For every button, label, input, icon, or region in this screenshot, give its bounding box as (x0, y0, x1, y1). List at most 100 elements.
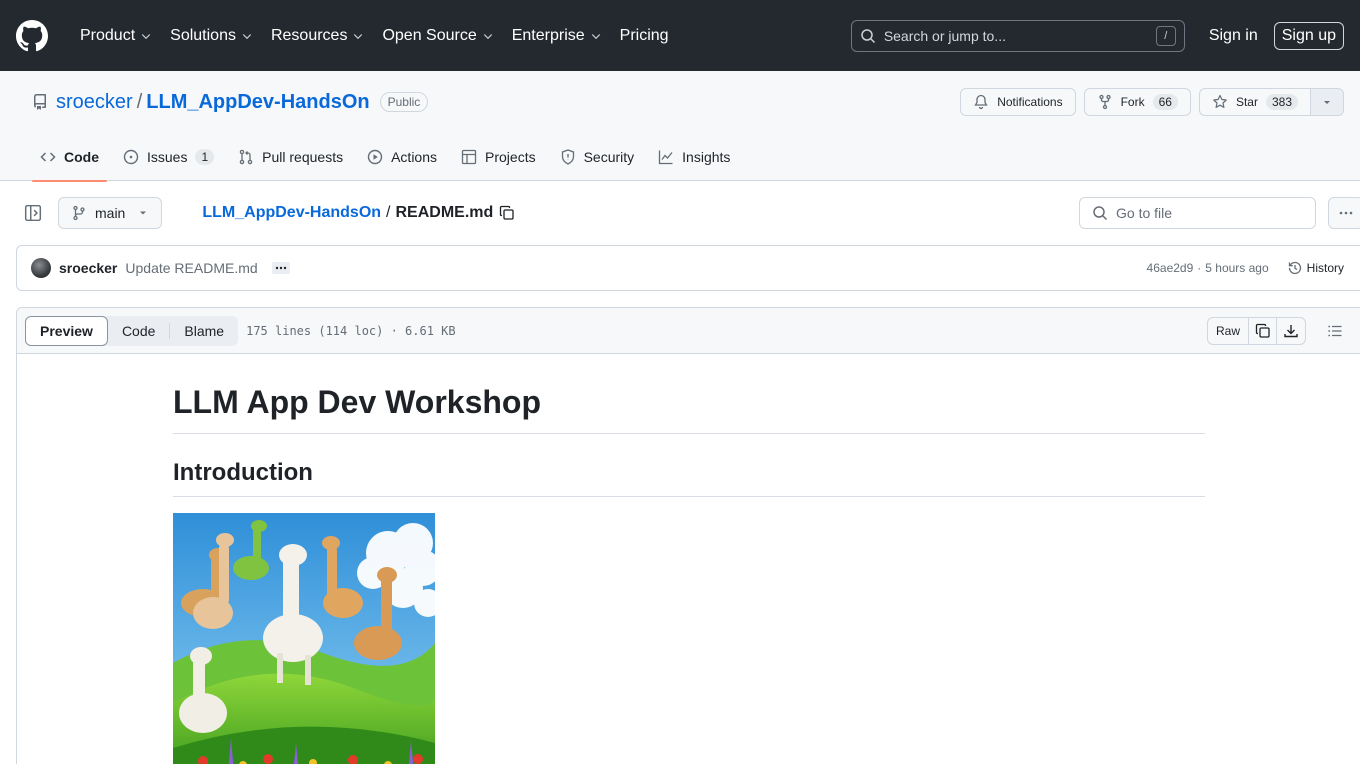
file-stats: 175 lines (114 loc) · 6.61 KB (246, 323, 456, 338)
commit-meta: 46ae2d9 · 5 hours ago History (1147, 260, 1344, 276)
file-viewer: Preview Code Blame 175 lines (114 loc) ·… (16, 307, 1360, 764)
tab-projects[interactable]: Projects (453, 133, 544, 181)
file-viewer-header: Preview Code Blame 175 lines (114 loc) ·… (17, 308, 1360, 354)
commit-sha-link[interactable]: 46ae2d9 (1147, 261, 1194, 275)
code-icon (40, 152, 56, 162)
nav-open-source[interactable]: Open Source (374, 21, 501, 51)
chevron-down-icon (141, 33, 151, 39)
view-mode-switch: Preview Code Blame (25, 315, 239, 346)
chevron-down-icon (591, 33, 600, 39)
breadcrumb-repo-link[interactable]: LLM_AppDev-HandsOn (202, 204, 381, 222)
file-breadcrumb: LLM_AppDev-HandsOn / README.md (202, 204, 515, 222)
search-placeholder: Search or jump to... (883, 27, 1006, 44)
raw-button[interactable]: Raw (1208, 317, 1249, 344)
copy-path-icon[interactable] (499, 205, 515, 221)
sign-in-link[interactable]: Sign in (1209, 27, 1258, 45)
fork-button[interactable]: Fork 66 (1083, 88, 1191, 116)
git-branch-icon (73, 205, 85, 221)
file-tools: Raw (1206, 316, 1350, 345)
nav-label: Resources (270, 26, 348, 44)
notifications-label: Notifications (997, 95, 1063, 109)
repo-header: sroecker / LLM_AppDev-HandsOn Public Not… (0, 71, 1360, 182)
nav-label: Enterprise (511, 26, 585, 44)
tab-actions[interactable]: Actions (359, 133, 445, 181)
tab-label: Actions (391, 149, 438, 165)
tab-label: Pull requests (262, 149, 344, 165)
readme-title: LLM App Dev Workshop (173, 384, 1205, 434)
tab-label: Insights (682, 149, 731, 165)
fork-count: 66 (1152, 94, 1178, 110)
search-shortcut-key: / (1155, 25, 1176, 46)
table-icon (461, 149, 477, 165)
copy-icon (1255, 323, 1270, 338)
branch-selector-button[interactable]: main (58, 197, 163, 229)
tab-insights[interactable]: Insights (650, 133, 738, 181)
readme-section-heading: Introduction (173, 458, 1205, 497)
download-icon (1284, 324, 1298, 337)
llama-hero-image[interactable] (173, 512, 435, 764)
tab-issues[interactable]: Issues 1 (115, 133, 222, 181)
nav-label: Pricing (619, 26, 669, 44)
tab-security[interactable]: Security (552, 133, 643, 181)
avatar[interactable] (31, 258, 51, 278)
issues-count: 1 (195, 149, 215, 165)
repo-icon (34, 94, 46, 110)
branch-name: main (95, 205, 126, 221)
repo-actions: Notifications Fork 66 Star 383 (960, 88, 1344, 116)
notifications-button[interactable]: Notifications (960, 88, 1076, 116)
global-search-input[interactable]: Search or jump to... / (850, 19, 1185, 52)
blame-mode-button[interactable]: Blame (170, 316, 238, 346)
search-icon (861, 28, 875, 43)
tab-label: Projects (485, 149, 536, 165)
code-mode-button[interactable]: Code (108, 316, 169, 346)
meta-separator: · (1197, 261, 1202, 275)
repo-path-separator: / (136, 90, 143, 113)
copy-raw-button[interactable] (1249, 317, 1277, 344)
global-header: Product Solutions Resources Open Source … (0, 0, 1360, 71)
outline-button[interactable] (1320, 317, 1350, 345)
history-icon (1288, 261, 1301, 275)
star-icon (1213, 94, 1227, 108)
chevron-down-icon (354, 33, 363, 39)
triangle-down-icon (1324, 101, 1330, 104)
star-button[interactable]: Star 383 (1198, 88, 1311, 116)
tab-label: Issues (147, 149, 188, 165)
download-button[interactable] (1277, 318, 1305, 344)
bell-icon (974, 94, 988, 110)
issue-icon (123, 149, 139, 165)
repo-tab-nav: Code Issues 1 Pull requests Actions Proj… (32, 133, 1328, 182)
history-button[interactable]: History (1287, 260, 1344, 276)
global-nav: Product Solutions Resources Open Source … (72, 21, 677, 51)
go-to-file-placeholder: Go to file (1116, 205, 1173, 221)
fork-label: Fork (1120, 95, 1145, 109)
nav-label: Product (80, 26, 136, 44)
commit-expand-button[interactable] (271, 262, 290, 274)
search-icon (1093, 206, 1108, 221)
tab-label: Code (64, 149, 99, 165)
ellipsis-icon (275, 266, 286, 270)
star-label: Star (1235, 95, 1258, 109)
commit-message-link[interactable]: Update README.md (125, 260, 257, 276)
nav-solutions[interactable]: Solutions (162, 21, 261, 51)
commit-time: 5 hours ago (1205, 261, 1269, 275)
sidebar-expand-icon[interactable] (24, 204, 42, 222)
chevron-down-icon (242, 33, 252, 39)
star-count: 383 (1265, 94, 1298, 110)
nav-pricing[interactable]: Pricing (612, 21, 677, 51)
tab-code[interactable]: Code (32, 133, 107, 182)
go-to-file-input[interactable]: Go to file (1079, 197, 1316, 229)
nav-product[interactable]: Product (72, 21, 160, 51)
nav-label: Solutions (170, 26, 236, 44)
more-options-button[interactable] (1328, 197, 1360, 229)
tab-pull-requests[interactable]: Pull requests (230, 133, 351, 181)
repo-name-link[interactable]: LLM_AppDev-HandsOn (146, 91, 369, 114)
repo-owner-link[interactable]: sroecker (56, 91, 133, 114)
preview-mode-button[interactable]: Preview (25, 315, 108, 346)
github-logo-icon[interactable] (16, 19, 48, 52)
nav-resources[interactable]: Resources (263, 21, 372, 51)
nav-enterprise[interactable]: Enterprise (504, 21, 610, 51)
sign-up-button[interactable]: Sign up (1273, 21, 1344, 50)
latest-commit-bar: sroecker Update README.md 46ae2d9 · 5 ho… (16, 245, 1360, 291)
star-list-dropdown[interactable] (1311, 88, 1344, 116)
commit-author-link[interactable]: sroecker (59, 260, 117, 276)
